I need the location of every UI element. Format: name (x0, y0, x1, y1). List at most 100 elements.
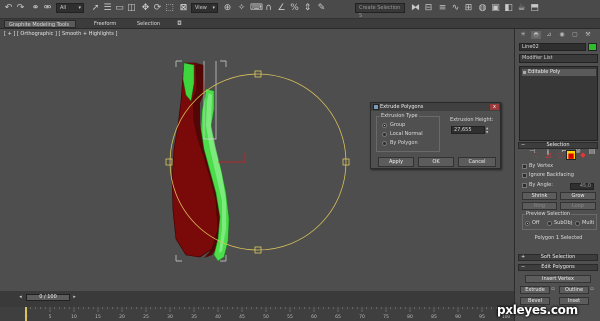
rotate-icon[interactable]: ⟳ (152, 3, 163, 14)
link-icon[interactable]: ⚭ (30, 3, 41, 14)
extrusion-type-group: Extrusion Type Group Local Normal By Pol… (376, 113, 440, 152)
curve-editor-icon[interactable]: ∿ (450, 3, 461, 14)
preview-off-radio[interactable]: Off (525, 220, 539, 226)
rect-selection-icon[interactable]: ▭ (114, 3, 125, 14)
angle-snap-icon[interactable]: ∠ (276, 3, 287, 14)
element-mode-icon[interactable]: ◆ (578, 150, 588, 160)
named-selection-icon[interactable]: ✎ (316, 3, 327, 14)
spinner-snap-icon[interactable]: ⇕ (302, 3, 313, 14)
utilities-tab-icon[interactable]: ⚒ (583, 31, 593, 39)
soft-selection-title: Soft Selection (540, 254, 576, 260)
selection-filter-dropdown[interactable]: All ▾ (56, 3, 84, 13)
grow-button[interactable]: Grow (560, 192, 596, 200)
vertex-mode-icon[interactable]: ⁚ (531, 150, 541, 160)
align-icon[interactable]: ⊟ (423, 3, 434, 14)
render-frame-icon[interactable]: ◧ (503, 3, 514, 14)
ruler-tick-label: 95 (479, 314, 485, 320)
command-panel: ✳ ◓ ⊿ ◉ ▢ ⚒ Line02 Modifier List Editabl… (514, 29, 600, 321)
move-icon[interactable]: ✥ (140, 3, 151, 14)
by-vertex-checkbox[interactable]: By Vertex (522, 163, 553, 169)
extrusion-height-label: Extrusion Height: (450, 117, 494, 123)
ok-button[interactable]: OK (418, 157, 454, 167)
shrink-button[interactable]: Shrink (522, 192, 557, 200)
window-icon[interactable]: ⊠ (178, 3, 189, 14)
insert-vertex-button[interactable]: Insert Vertex (525, 275, 591, 283)
ignore-backfacing-checkbox[interactable]: Ignore Backfacing (522, 172, 574, 178)
tab-freeform[interactable]: Freeform (90, 20, 120, 28)
preview-subobj-radio[interactable]: SubObj (547, 220, 572, 226)
stack-item-editable-poly[interactable]: Editable Poly (522, 69, 596, 76)
render-setup-icon[interactable]: ▣ (490, 3, 501, 14)
display-tab-icon[interactable]: ▢ (570, 31, 580, 39)
object-color-swatch[interactable] (588, 43, 597, 51)
expand-icon[interactable] (523, 71, 526, 74)
window-crossing-icon[interactable]: ◫ (126, 3, 137, 14)
close-icon[interactable]: x (490, 104, 499, 110)
object-name-field[interactable]: Line02 (519, 43, 586, 51)
select-manipulate-icon[interactable]: ✧ (236, 3, 247, 14)
chevron-right-icon[interactable]: ▸ (71, 294, 78, 301)
snap-icon[interactable]: ∩ (263, 3, 274, 14)
time-slider[interactable]: 0 / 100 (26, 294, 70, 301)
unlink-icon[interactable]: ⚮ (42, 3, 53, 14)
loop-button[interactable]: Loop (560, 202, 596, 210)
schematic-icon[interactable]: ⊞ (463, 3, 474, 14)
viewport-label[interactable]: [ + ] [ Orthographic ] [ Smooth + Highli… (4, 31, 117, 37)
redo-icon[interactable]: ↷ (15, 3, 26, 14)
hierarchy-tab-icon[interactable]: ⊿ (544, 31, 554, 39)
extrude-button[interactable]: Extrude (520, 286, 550, 294)
preview-multi-radio[interactable]: Multi (575, 220, 594, 226)
border-mode-icon[interactable]: ◌ (555, 150, 565, 160)
tab-selection[interactable]: Selection (133, 20, 164, 28)
by-angle-checkbox[interactable]: By Angle: (522, 182, 553, 188)
selection-rollout-header[interactable]: − Selection (518, 142, 598, 149)
keyboard-shortcut-icon[interactable]: ⌨ (250, 3, 263, 14)
modifier-list-dropdown[interactable]: Modifier List (519, 54, 598, 63)
modify-tab-icon[interactable]: ◓ (531, 31, 541, 39)
outline-settings-icon[interactable]: ▫ (589, 285, 595, 294)
current-frame-marker[interactable] (25, 307, 27, 321)
angle-input[interactable]: 45,0 (570, 183, 594, 190)
spinner-icon[interactable]: ▲ ▼ (486, 126, 490, 134)
ring-button[interactable]: Ring (522, 202, 557, 210)
modifier-list-label: Modifier List (522, 55, 553, 61)
select-icon[interactable]: ➚ (90, 3, 101, 14)
selection-rollout-title: Selection (546, 142, 570, 148)
app-icon (373, 104, 379, 110)
checkbox-box (522, 164, 527, 169)
percent-snap-icon[interactable]: % (289, 3, 300, 14)
pivot-icon[interactable]: ⊕ (222, 3, 233, 14)
extrude-settings-icon[interactable]: ▫ (550, 285, 556, 294)
outline-button[interactable]: Outline (559, 286, 589, 294)
create-tab-icon[interactable]: ✳ (518, 31, 528, 39)
material-editor-icon[interactable]: ◍ (477, 3, 488, 14)
tab-graphite-modeling-tools[interactable]: Graphite Modeling Tools (4, 20, 76, 28)
by-vertex-label: By Vertex (529, 163, 554, 169)
time-ruler[interactable]: 0510152025303540455055606570758085909510… (0, 307, 514, 321)
radio-by-polygon[interactable]: By Polygon (382, 140, 418, 146)
dialog-titlebar[interactable]: Extrude Polygons x (371, 103, 500, 111)
scale-icon[interactable]: ⬚ (164, 3, 175, 14)
subobject-modes: ⁚ ◿ ◌ ■ ◆ (531, 149, 591, 161)
radio-group[interactable]: Group (382, 122, 405, 128)
edit-polygons-rollout-header[interactable]: − Edit Polygons (518, 264, 598, 271)
extrusion-height-input[interactable]: 27,655 (451, 126, 485, 134)
ruler-tick-label: 90 (455, 314, 461, 320)
layer-icon[interactable]: ≡ (437, 3, 448, 14)
reference-coord-dropdown[interactable]: View ▾ (191, 3, 218, 13)
soft-selection-rollout-header[interactable]: + Soft Selection (518, 254, 598, 261)
render-production-icon[interactable]: ⬒ (529, 3, 540, 14)
motion-tab-icon[interactable]: ◉ (557, 31, 567, 39)
mirror-icon[interactable]: ⧓ (410, 3, 421, 14)
edge-mode-icon[interactable]: ◿ (543, 150, 553, 160)
cancel-button[interactable]: Cancel (458, 157, 496, 167)
apply-button[interactable]: Apply (378, 157, 414, 167)
render-icon[interactable]: ☕ (516, 3, 527, 14)
checkbox-box (522, 183, 527, 188)
named-selection-input[interactable]: Create Selection S (355, 3, 405, 19)
undo-icon[interactable]: ↶ (3, 3, 14, 14)
radio-local-normal[interactable]: Local Normal (382, 131, 423, 137)
polygon-mode-icon[interactable]: ■ (566, 150, 576, 160)
chevron-left-icon[interactable]: ◂ (17, 294, 24, 301)
select-by-name-icon[interactable]: ☰ (102, 3, 113, 14)
